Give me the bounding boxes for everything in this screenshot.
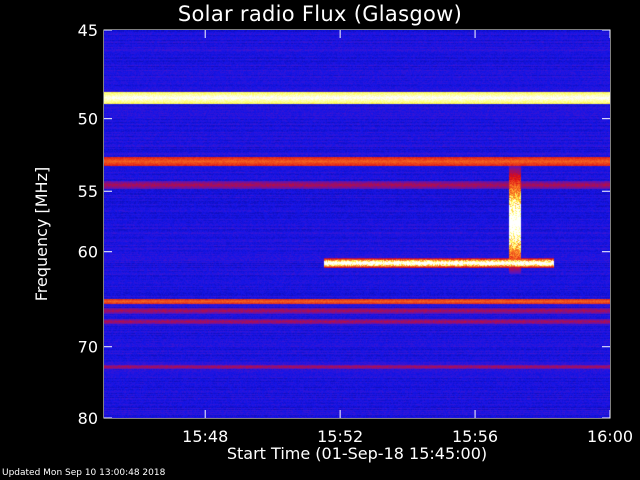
axes-overlay: 45505560708015:48 15:52 15:56 16:00 <box>78 21 633 446</box>
y-tick-label: 45 <box>78 21 98 40</box>
y-tick-label: 80 <box>78 409 98 428</box>
y-tick-label: 70 <box>78 338 98 357</box>
updated-timestamp: Updated Mon Sep 10 13:00:48 2018 <box>2 468 166 478</box>
x-axis-label: Start Time (01-Sep-18 15:45:00) <box>226 444 488 463</box>
y-tick-label: 55 <box>78 182 98 201</box>
y-axis-label: Frequency [MHz] <box>32 166 51 302</box>
y-tick-label: 50 <box>78 110 98 129</box>
y-tick-label: 60 <box>78 243 98 262</box>
